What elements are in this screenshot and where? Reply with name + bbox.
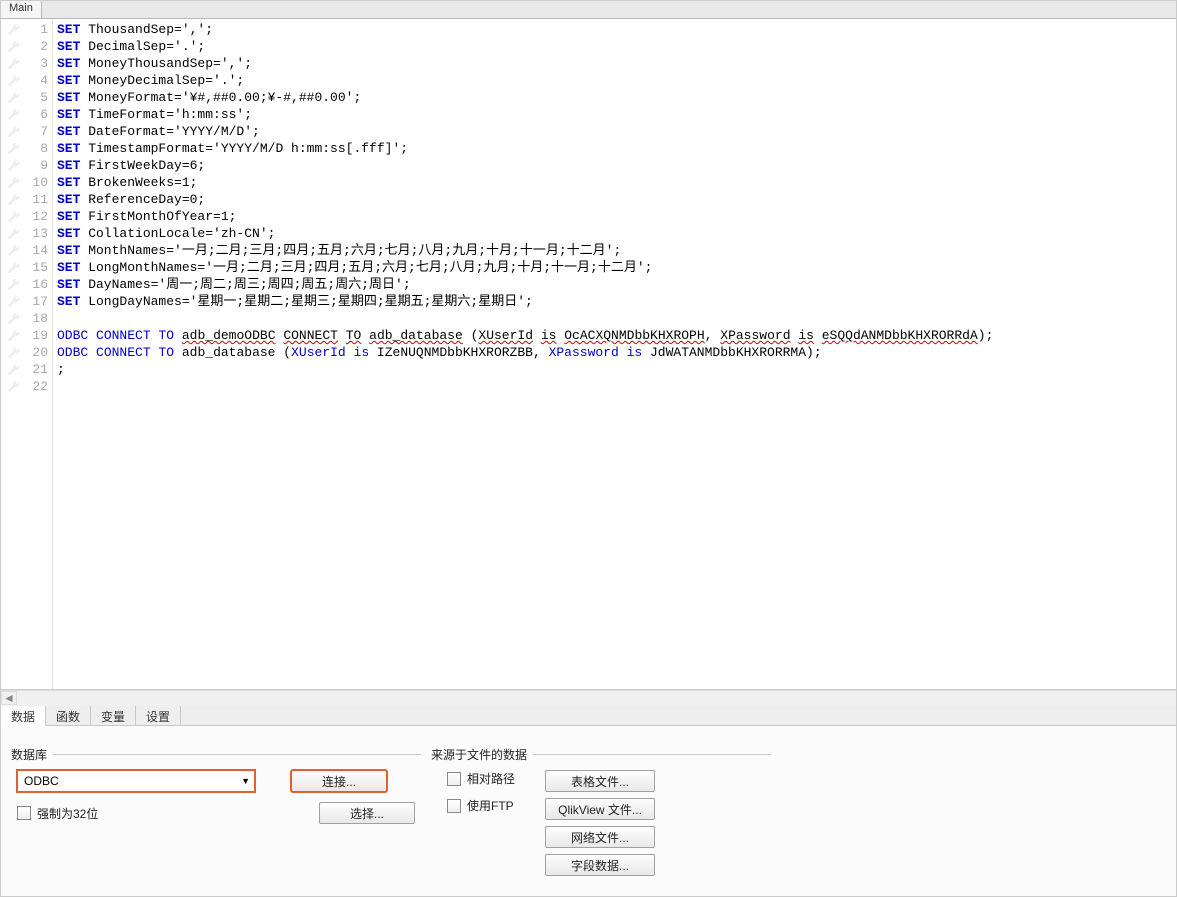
relative-path-label: 相对路径 — [467, 770, 515, 787]
web-files-button[interactable]: 网络文件... — [545, 826, 655, 848]
code-content[interactable]: SET ThousandSep=',';SET DecimalSep='.';S… — [53, 19, 1176, 689]
scroll-left-icon[interactable]: ◄ — [1, 691, 17, 705]
code-line[interactable]: ODBC CONNECT TO adb_database (XUserId is… — [57, 344, 1176, 361]
table-files-button[interactable]: 表格文件... — [545, 770, 655, 792]
gutter-line: 6 — [1, 106, 52, 123]
gutter-line: 14 — [1, 242, 52, 259]
gutter-line: 22 — [1, 378, 52, 395]
code-line[interactable]: SET CollationLocale='zh-CN'; — [57, 225, 1176, 242]
code-line[interactable]: SET FirstWeekDay=6; — [57, 157, 1176, 174]
gutter-line: 20 — [1, 344, 52, 361]
code-line[interactable]: SET BrokenWeeks=1; — [57, 174, 1176, 191]
gutter-line: 2 — [1, 38, 52, 55]
select-button[interactable]: 选择... — [319, 802, 415, 824]
code-line[interactable]: SET DecimalSep='.'; — [57, 38, 1176, 55]
code-line[interactable]: SET TimestampFormat='YYYY/M/D h:mm:ss[.f… — [57, 140, 1176, 157]
tab-functions[interactable]: 函数 — [46, 706, 91, 725]
editor-tab-main[interactable]: Main — [1, 1, 42, 18]
caret-down-icon: ▼ — [241, 776, 250, 786]
field-data-button[interactable]: 字段数据... — [545, 854, 655, 876]
gutter-line: 1 — [1, 21, 52, 38]
code-line[interactable] — [57, 310, 1176, 327]
force-32bit-label: 强制为32位 — [37, 805, 98, 822]
gutter-line: 7 — [1, 123, 52, 140]
editor-tabs: Main — [1, 1, 1176, 19]
gutter-line: 13 — [1, 225, 52, 242]
code-line[interactable]: SET MoneyFormat='¥#,##0.00;¥-#,##0.00'; — [57, 89, 1176, 106]
database-legend: 数据库 — [11, 746, 53, 763]
code-editor[interactable]: 12345678910111213141516171819202122 SET … — [1, 19, 1176, 690]
code-line[interactable]: SET DayNames='周一;周二;周三;周四;周五;周六;周日'; — [57, 276, 1176, 293]
connect-button[interactable]: 连接... — [291, 770, 387, 792]
database-group: 数据库 ODBC ▼ 连接... 强制为32位 选择... — [11, 738, 421, 884]
use-ftp-checkbox[interactable] — [447, 799, 461, 813]
gutter-line: 15 — [1, 259, 52, 276]
gutter-line: 21 — [1, 361, 52, 378]
code-line[interactable]: ; — [57, 361, 1176, 378]
use-ftp-label: 使用FTP — [467, 797, 514, 814]
relative-path-checkbox[interactable] — [447, 772, 461, 786]
code-line[interactable]: SET ThousandSep=','; — [57, 21, 1176, 38]
gutter: 12345678910111213141516171819202122 — [1, 19, 53, 689]
gutter-line: 11 — [1, 191, 52, 208]
code-line[interactable]: SET DateFormat='YYYY/M/D'; — [57, 123, 1176, 140]
database-type-select[interactable]: ODBC ▼ — [17, 770, 255, 792]
gutter-line: 8 — [1, 140, 52, 157]
filedata-group: 来源于文件的数据 相对路径 使用FTP 表格文件... QlikView 文件.… — [431, 738, 771, 884]
code-line[interactable]: SET LongMonthNames='一月;二月;三月;四月;五月;六月;七月… — [57, 259, 1176, 276]
bottom-tabs: 数据 函数 变量 设置 — [1, 706, 1176, 726]
code-line[interactable] — [57, 378, 1176, 395]
code-line[interactable]: SET ReferenceDay=0; — [57, 191, 1176, 208]
code-line[interactable]: SET TimeFormat='h:mm:ss'; — [57, 106, 1176, 123]
gutter-line: 18 — [1, 310, 52, 327]
code-line[interactable]: SET LongDayNames='星期一;星期二;星期三;星期四;星期五;星期… — [57, 293, 1176, 310]
gutter-line: 9 — [1, 157, 52, 174]
code-line[interactable]: SET MonthNames='一月;二月;三月;四月;五月;六月;七月;八月;… — [57, 242, 1176, 259]
gutter-line: 3 — [1, 55, 52, 72]
tab-settings[interactable]: 设置 — [136, 706, 181, 725]
gutter-line: 4 — [1, 72, 52, 89]
code-line[interactable]: SET FirstMonthOfYear=1; — [57, 208, 1176, 225]
database-type-value: ODBC — [24, 774, 59, 788]
gutter-line: 19 — [1, 327, 52, 344]
gutter-line: 5 — [1, 89, 52, 106]
qlikview-files-button[interactable]: QlikView 文件... — [545, 798, 655, 820]
gutter-line: 10 — [1, 174, 52, 191]
code-line[interactable]: SET MoneyDecimalSep='.'; — [57, 72, 1176, 89]
code-line[interactable]: SET MoneyThousandSep=','; — [57, 55, 1176, 72]
gutter-line: 12 — [1, 208, 52, 225]
gutter-line: 16 — [1, 276, 52, 293]
code-line[interactable]: ODBC CONNECT TO adb_demoODBC CONNECT TO … — [57, 327, 1176, 344]
filedata-legend: 来源于文件的数据 — [431, 746, 533, 763]
tab-variables[interactable]: 变量 — [91, 706, 136, 725]
gutter-line: 17 — [1, 293, 52, 310]
horizontal-scrollbar[interactable]: ◄ — [1, 690, 1176, 706]
force-32bit-checkbox[interactable] — [17, 806, 31, 820]
bottom-panel: 数据 函数 变量 设置 数据库 ODBC ▼ 连接... — [1, 706, 1176, 896]
tab-data[interactable]: 数据 — [1, 706, 46, 726]
